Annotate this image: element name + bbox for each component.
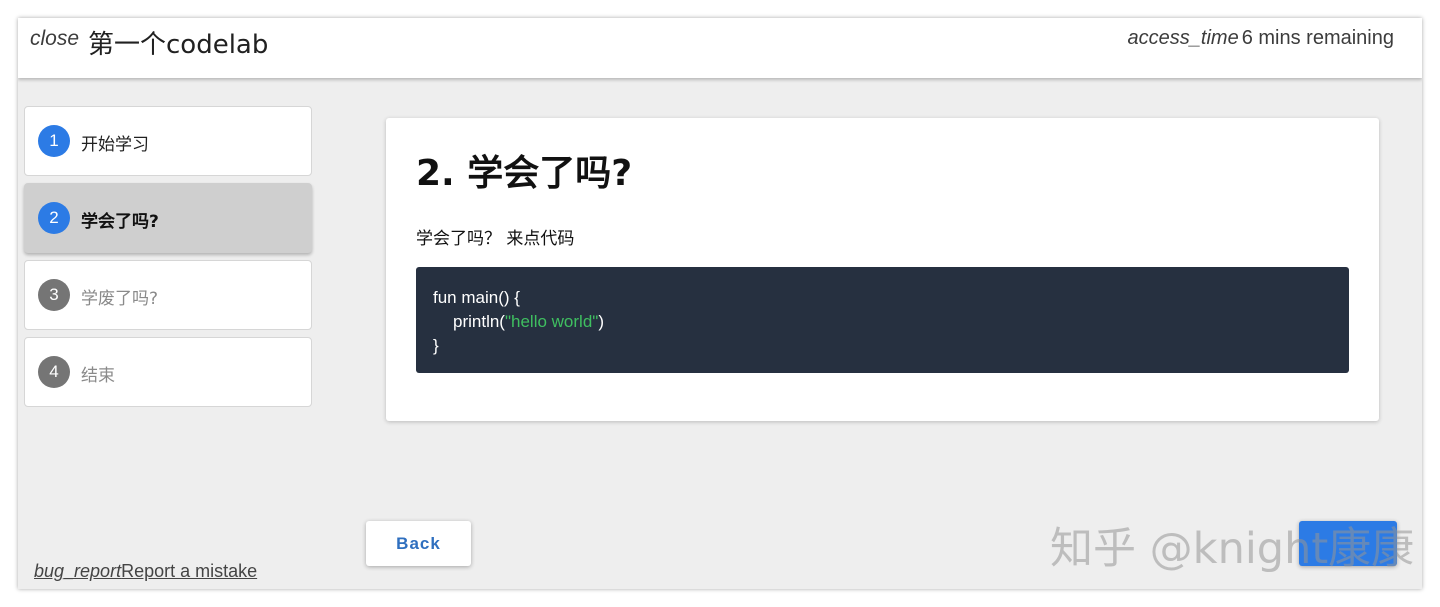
step-label: 学废了吗? (81, 289, 159, 309)
steps-sidebar: 1 开始学习 2 学会了吗? 3 学废了吗? 4 结束 (24, 106, 312, 414)
back-button[interactable]: Back (366, 521, 471, 566)
code-line-2: println("hello world") (433, 310, 1349, 334)
next-button[interactable] (1299, 521, 1397, 566)
step-text: 学会了吗？ 来点代码 (416, 229, 575, 249)
code-string: "hello world" (504, 312, 599, 331)
close-icon[interactable]: close (30, 27, 79, 51)
time-remaining: access_time 6 mins remaining (1128, 27, 1394, 50)
step-number-badge: 4 (38, 356, 70, 388)
step-item-3[interactable]: 3 学废了吗? (24, 260, 312, 330)
codelab-title: 第一个codelab (88, 30, 269, 60)
time-remaining-text: 6 mins remaining (1241, 27, 1394, 49)
step-title: 2. 学会了吗? (416, 153, 633, 194)
step-number-badge: 3 (38, 279, 70, 311)
report-mistake-link[interactable]: bug_report Report a mistake (34, 561, 257, 582)
step-item-4[interactable]: 4 结束 (24, 337, 312, 407)
report-mistake-label[interactable]: Report a mistake (121, 561, 257, 582)
code-call: println( (453, 312, 505, 331)
step-label: 开始学习 (81, 135, 149, 155)
code-line-1: fun main() { (433, 288, 520, 307)
code-block: fun main() { println("hello world") } (416, 267, 1349, 373)
code-call-close: ) (598, 312, 604, 331)
step-label: 结束 (81, 366, 115, 386)
codelab-window: close 第一个codelab access_time 6 mins rema… (18, 18, 1422, 589)
bug-report-icon: bug_report (34, 561, 122, 581)
code-line-3: } (433, 336, 439, 355)
step-item-2[interactable]: 2 学会了吗? (24, 183, 312, 253)
step-label: 学会了吗? (81, 212, 159, 232)
step-number-badge: 1 (38, 125, 70, 157)
step-content-card: 2. 学会了吗? 学会了吗？ 来点代码 fun main() { println… (386, 118, 1379, 421)
step-item-1[interactable]: 1 开始学习 (24, 106, 312, 176)
step-number-badge: 2 (38, 202, 70, 234)
access-time-icon: access_time (1127, 27, 1239, 49)
top-bar: close 第一个codelab access_time 6 mins rema… (18, 18, 1422, 78)
